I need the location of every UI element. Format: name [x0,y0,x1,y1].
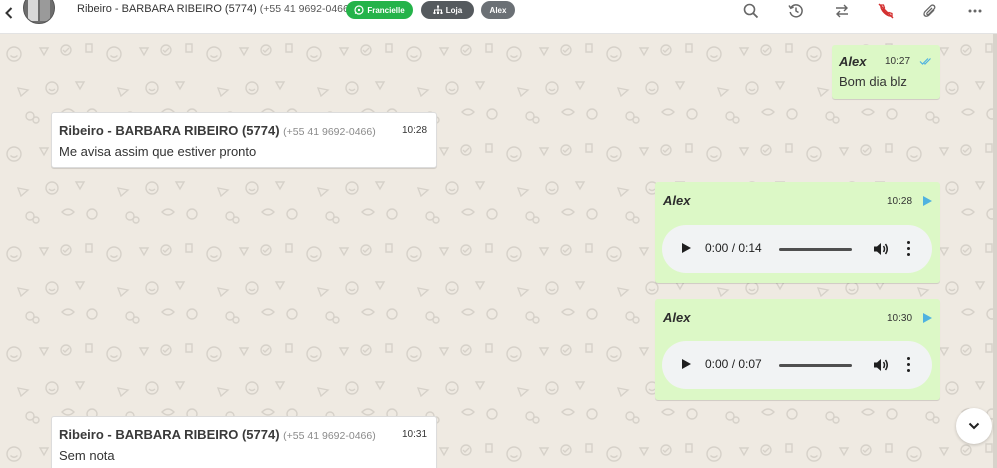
history-button[interactable] [786,1,806,21]
audio-player[interactable]: 0:00 / 0:14 [662,225,932,273]
audio-player[interactable]: 0:00 / 0:07 [662,341,932,389]
more-vertical-icon[interactable] [907,241,911,257]
sender-name: Ribeiro - BARBARA RIBEIRO (5774) [59,427,280,442]
sent-icon [923,196,932,206]
volume-icon[interactable] [873,357,889,373]
sender-phone: (+55 41 9692-0466) [283,126,376,138]
message-time: 10:30 [887,313,913,324]
audio-time: 0:00 / 0:07 [705,357,762,371]
tag-alex[interactable]: Alex [481,1,515,19]
tag-francielle[interactable]: Francielle [346,1,413,19]
history-icon [788,4,803,18]
more-options-button[interactable] [965,1,985,21]
message-incoming[interactable]: Ribeiro - BARBARA RIBEIRO (5774) (+55 41… [51,416,437,468]
sent-icon [923,313,932,323]
contact-name: Ribeiro - BARBARA RIBEIRO (5774) [77,3,257,15]
search-icon [743,3,759,19]
more-vertical-icon[interactable] [907,357,911,373]
message-sender: Ribeiro - BARBARA RIBEIRO (5774) (+55 41… [59,427,376,442]
avatar[interactable] [23,0,55,24]
message-outgoing-audio[interactable]: Alex 10:30 0:00 / 0:07 [655,299,940,400]
contact-phone: (+55 41 9692-0466) [259,3,353,15]
scroll-to-bottom-button[interactable] [956,408,992,444]
end-call-icon [878,3,894,19]
tag-label: Loja [445,5,463,15]
more-horizontal-icon [968,9,982,13]
message-outgoing[interactable]: Alex 10:27 Bom dia blz [832,45,940,99]
audio-progress-bar[interactable] [779,364,852,367]
message-sender: Ribeiro - BARBARA RIBEIRO (5774) (+55 41… [59,123,376,138]
double-check-icon [919,58,931,65]
message-time: 10:31 [402,429,428,440]
chevron-down-icon [968,422,980,430]
message-text: Sem nota [59,448,115,463]
whatsapp-icon [354,5,364,15]
contact-title[interactable]: Ribeiro - BARBARA RIBEIRO (5774) (+55 41… [77,3,352,15]
end-call-button[interactable] [876,1,896,21]
attach-button[interactable] [920,1,940,21]
sender-phone: (+55 41 9692-0466) [283,430,376,442]
chevron-left-icon [5,7,13,19]
audio-time: 0:00 / 0:14 [705,241,762,255]
message-sender: Alex [663,310,691,325]
tag-label: Alex [489,5,507,15]
chat-header: Ribeiro - BARBARA RIBEIRO (5774) (+55 41… [0,0,997,34]
message-incoming[interactable]: Ribeiro - BARBARA RIBEIRO (5774) (+55 41… [51,112,437,168]
play-icon[interactable] [682,243,691,253]
tag-loja[interactable]: Loja [421,1,474,19]
chat-area: Alex 10:27 Bom dia blz Ribeiro - BARBARA… [0,34,997,468]
volume-icon[interactable] [873,241,889,257]
scrollbar[interactable] [993,34,997,468]
transfer-button[interactable] [832,1,852,21]
transfer-icon [836,4,848,18]
message-time: 10:27 [885,56,911,67]
sitemap-icon [433,5,443,14]
message-outgoing-audio[interactable]: Alex 10:28 0:00 / 0:14 [655,182,940,283]
message-sender: Alex [663,193,691,208]
play-icon[interactable] [682,359,691,369]
tag-label: Francielle [367,5,405,15]
message-time: 10:28 [402,125,428,136]
message-text: Bom dia blz [839,74,907,89]
back-button[interactable] [2,4,16,22]
message-sender: Alex [839,54,867,69]
message-text: Me avisa assim que estiver pronto [59,144,257,159]
sender-name: Ribeiro - BARBARA RIBEIRO (5774) [59,123,280,138]
attach-icon [923,4,936,17]
search-button[interactable] [741,1,761,21]
message-time: 10:28 [887,196,913,207]
audio-progress-bar[interactable] [779,248,852,251]
